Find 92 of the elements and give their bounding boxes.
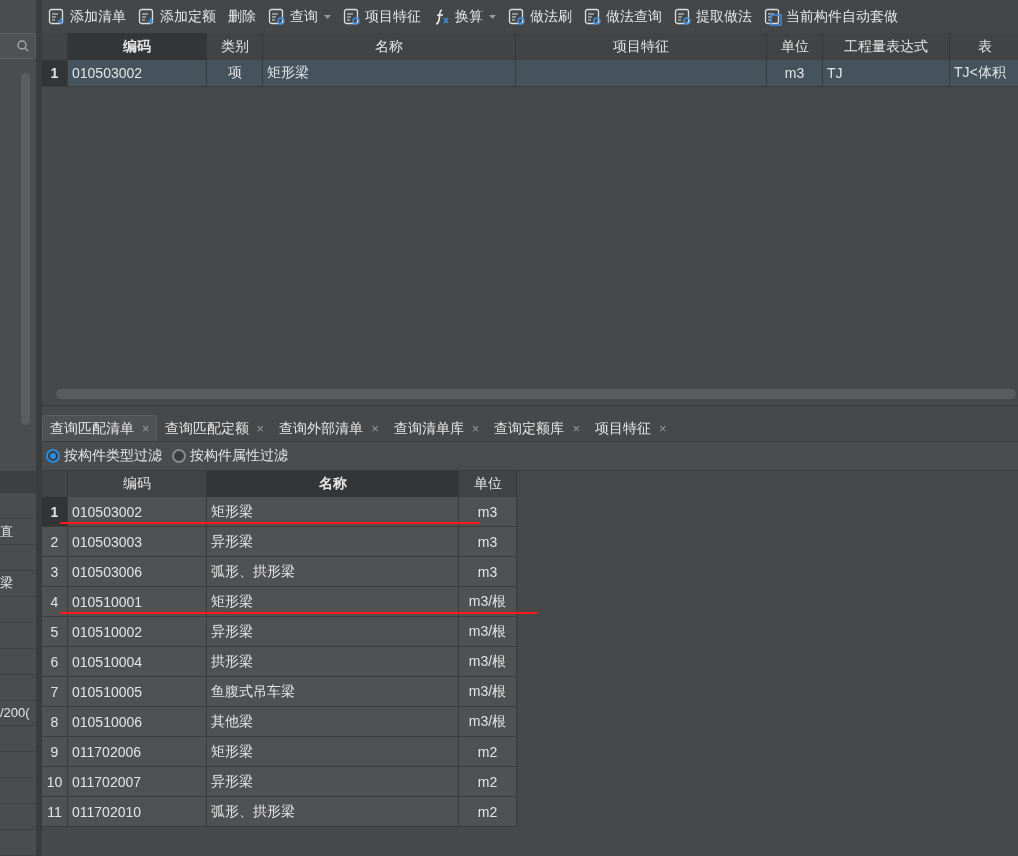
- radio-icon[interactable]: [172, 449, 186, 463]
- property-row[interactable]: 梁: [0, 571, 36, 597]
- search-field[interactable]: [0, 32, 36, 59]
- tab-label: 查询匹配清单: [50, 419, 134, 438]
- document-icon: [508, 7, 526, 26]
- table-cell: m3: [459, 557, 517, 586]
- radio-option[interactable]: 按构件属性过滤: [172, 447, 288, 465]
- toolbar-button[interactable]: 添加定额: [138, 7, 216, 26]
- table-cell: TJ<体积: [950, 60, 1018, 86]
- toolbar-button[interactable]: 换算: [433, 7, 496, 26]
- table-cell: m3/根: [459, 617, 517, 646]
- tab[interactable]: 查询清单库 ×: [385, 415, 487, 441]
- row-number: 1: [42, 497, 68, 526]
- tab-label: 查询外部清单: [279, 419, 364, 438]
- property-row[interactable]: 直: [0, 519, 36, 546]
- table-cell: 矩形梁: [207, 737, 459, 766]
- table-cell: m3/根: [459, 707, 517, 736]
- document-icon: [138, 7, 156, 26]
- table-cell: 010510006: [68, 707, 207, 736]
- toolbar-button[interactable]: 做法刷: [508, 7, 572, 26]
- table-cell: 矩形梁: [263, 60, 516, 86]
- table-cell: 其他梁: [207, 707, 459, 736]
- tab[interactable]: 项目特征 ×: [586, 415, 674, 441]
- table-cell: 011702007: [68, 767, 207, 796]
- radio-option[interactable]: 按构件类型过滤: [46, 447, 162, 465]
- table-cell: m2: [459, 797, 517, 826]
- table-cell: 拱形梁: [207, 647, 459, 676]
- property-value: 直: [0, 522, 13, 541]
- property-row[interactable]: /200(: [0, 700, 36, 727]
- table-cell: m3/根: [459, 677, 517, 706]
- table-cell: 弧形、拱形梁: [207, 557, 459, 586]
- toolbar-button[interactable]: 做法查询: [584, 7, 662, 26]
- table-cell: m3: [459, 527, 517, 556]
- tab[interactable]: 查询匹配清单 ×: [42, 415, 157, 441]
- table-row[interactable]: 7 010510005 鱼腹式吊车梁 m3/根: [42, 677, 517, 707]
- table-cell: 010510002: [68, 617, 207, 646]
- table-row[interactable]: 4 010510001 矩形梁 m3/根: [42, 587, 517, 617]
- table-row[interactable]: 10 011702007 异形梁 m2: [42, 767, 517, 797]
- document-icon: [268, 7, 286, 26]
- toolbar-button[interactable]: 项目特征: [343, 7, 421, 26]
- table-cell: 异形梁: [207, 617, 459, 646]
- search-icon: [17, 39, 29, 52]
- document-icon: [584, 7, 602, 26]
- table-row[interactable]: 5 010510002 异形梁 m3/根: [42, 617, 517, 647]
- table-row[interactable]: 6 010510004 拱形梁 m3/根: [42, 647, 517, 677]
- property-value: 梁: [0, 574, 13, 593]
- table-cell: 项: [207, 60, 263, 86]
- table-row[interactable]: 11 011702010 弧形、拱形梁 m2: [42, 797, 517, 827]
- table-cell: TJ: [823, 60, 950, 86]
- tab-label: 项目特征: [594, 419, 651, 438]
- table-cell: 011702010: [68, 797, 207, 826]
- table-cell: m3/根: [459, 647, 517, 676]
- tab[interactable]: 查询定额库 ×: [486, 415, 587, 441]
- table-cell: 010503002: [68, 60, 207, 86]
- toolbar-button[interactable]: 查询: [268, 7, 331, 26]
- radio-icon[interactable]: [46, 449, 60, 463]
- table-cell: m3: [767, 60, 823, 86]
- table-cell: 鱼腹式吊车梁: [207, 677, 459, 706]
- table-row[interactable]: 3 010503006 弧形、拱形梁 m3: [42, 557, 517, 587]
- table-cell: 010503006: [68, 557, 207, 586]
- table-cell: 010510004: [68, 647, 207, 676]
- table-row[interactable]: 9 011702006 矩形梁 m2: [42, 737, 517, 767]
- tab-label: 查询定额库: [494, 419, 565, 438]
- toolbar-button[interactable]: 当前构件自动套做: [764, 7, 898, 26]
- table-cell: 弧形、拱形梁: [207, 797, 459, 826]
- document-icon: [764, 7, 782, 26]
- table-cell: 异形梁: [207, 527, 459, 556]
- property-value: /200(: [0, 705, 30, 721]
- table-cell: m2: [459, 737, 517, 766]
- document-icon: [48, 7, 66, 26]
- toolbar-button[interactable]: 提取做法: [674, 7, 752, 26]
- table-row[interactable]: 2 010503003 异形梁 m3: [42, 527, 517, 557]
- column-header[interactable]: 名称: [207, 471, 459, 497]
- table-cell: m2: [459, 767, 517, 796]
- document-icon: [343, 7, 361, 26]
- table-cell: 011702006: [68, 737, 207, 766]
- table-row[interactable]: 8 010510006 其他梁 m3/根: [42, 707, 517, 737]
- table-cell: 异形梁: [207, 767, 459, 796]
- table-cell: 010510005: [68, 677, 207, 706]
- table-row[interactable]: 1 010503002 矩形梁 m3: [42, 497, 517, 527]
- tab[interactable]: 查询匹配定额 ×: [156, 415, 272, 441]
- tab[interactable]: 查询外部清单 ×: [271, 415, 386, 441]
- document-icon: [674, 7, 692, 26]
- column-header[interactable]: 编码: [68, 33, 207, 60]
- table-row[interactable]: 1 010503002 项 矩形梁 m3 TJ TJ<体积: [42, 60, 1018, 87]
- formula-icon: [433, 7, 451, 26]
- row-number: 1: [42, 60, 68, 86]
- tab-label: 查询清单库: [393, 419, 464, 438]
- toolbar-button[interactable]: 删除: [228, 7, 256, 26]
- table-cell: 010503003: [68, 527, 207, 556]
- toolbar-button[interactable]: 添加清单: [48, 7, 126, 26]
- tab-label: 查询匹配定额: [164, 419, 249, 438]
